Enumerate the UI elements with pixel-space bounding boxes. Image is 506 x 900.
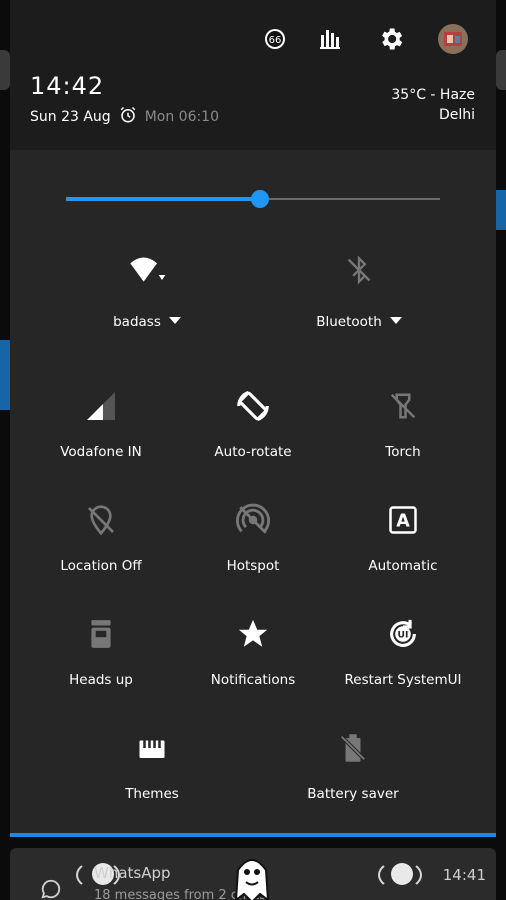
svg-text:66: 66 [269,35,282,46]
tile-label: Notifications [210,672,296,688]
tile-label: Auto-rotate [214,444,292,460]
tile-battery-saver[interactable]: Battery saver [278,728,428,818]
tile-themes[interactable]: Themes [77,728,227,818]
tile-automatic-brightness[interactable]: A Automatic [328,500,478,590]
brightness-slider[interactable] [66,190,440,208]
location-off-icon [81,500,121,540]
tile-hotspot[interactable]: Hotspot [178,500,328,590]
themes-icon [132,728,172,768]
clock-time[interactable]: 14:42 [30,72,104,100]
notification-bubble-dot [391,863,413,885]
date-row: Sun 23 Aug Mon 06:10 [30,106,219,128]
tile-label: Heads up [69,672,133,688]
equalizer-icon[interactable] [315,24,345,54]
background-edge [496,50,506,90]
tile-label: Location Off [60,558,142,574]
tile-auto-rotate[interactable]: Auto-rotate [178,386,328,476]
wifi-network-name: badass [113,314,161,330]
tile-label: Battery saver [307,786,399,802]
chevron-down-icon[interactable] [168,317,181,324]
notification-time: 14:41 [442,866,486,884]
settings-gear-icon[interactable] [376,24,406,54]
whatsapp-icon [40,878,62,900]
tile-label: Themes [125,786,179,802]
tile-mobile-data[interactable]: Vodafone IN [26,386,176,476]
brightness-fill [66,197,261,201]
cellular-signal-icon [81,386,121,426]
background-edge [496,190,506,230]
battery-saver-off-icon [333,728,373,768]
tile-label: Vodafone IN [60,444,142,460]
ghost-sticker-icon [228,850,276,900]
panel-accent-line [10,833,496,837]
tile-notifications[interactable]: Notifications [178,614,328,704]
screen-rotation-icon [233,386,273,426]
restart-ui-icon: UI [383,614,423,654]
tile-bluetooth[interactable]: Bluetooth [284,250,434,340]
weather-temperature: 35°C - Haze [391,87,475,103]
chevron-down-icon[interactable] [389,317,402,324]
wifi-icon [127,250,167,290]
quick-settings-panel: badass Bluetooth Vodafone IN Auto-rotate [10,150,496,836]
hotspot-off-icon [233,500,273,540]
status-header: 66 14:42 Sun 23 Aug Mon 06:10 35°C - Haz… [10,0,496,150]
tile-wifi[interactable]: badass [72,250,222,340]
svg-text:A: A [396,511,410,531]
weather-widget[interactable]: 35°C - Haze Delhi [391,85,475,125]
tile-torch[interactable]: Torch [328,386,478,476]
counter-badge-icon[interactable]: 66 [260,24,290,54]
tile-label: Torch [385,444,421,460]
svg-text:UI: UI [398,630,409,641]
tile-location[interactable]: Location Off [26,500,176,590]
date-label[interactable]: Sun 23 Aug [30,109,111,125]
notification-whatsapp[interactable]: WhatsApp 18 messages from 2 chats 14:41 [10,848,496,900]
brightness-thumb[interactable] [251,190,270,208]
heads-up-icon [81,614,121,654]
tile-restart-systemui[interactable]: UI Restart SystemUI [328,614,478,704]
weather-location: Delhi [438,107,475,123]
tile-label: Restart SystemUI [344,672,462,688]
auto-brightness-icon: A [383,500,423,540]
bluetooth-off-icon [339,250,379,290]
alarm-clock-icon [119,106,137,128]
flashlight-off-icon [383,386,423,426]
notification-app-name: WhatsApp [94,864,171,882]
tile-heads-up[interactable]: Heads up [26,614,176,704]
bluetooth-label: Bluetooth [316,314,382,330]
user-avatar[interactable] [438,24,468,54]
background-edge [0,50,10,90]
alarm-time[interactable]: Mon 06:10 [145,109,219,125]
tile-label: Automatic [368,558,438,574]
tile-label: Hotspot [226,558,280,574]
star-icon [233,614,273,654]
